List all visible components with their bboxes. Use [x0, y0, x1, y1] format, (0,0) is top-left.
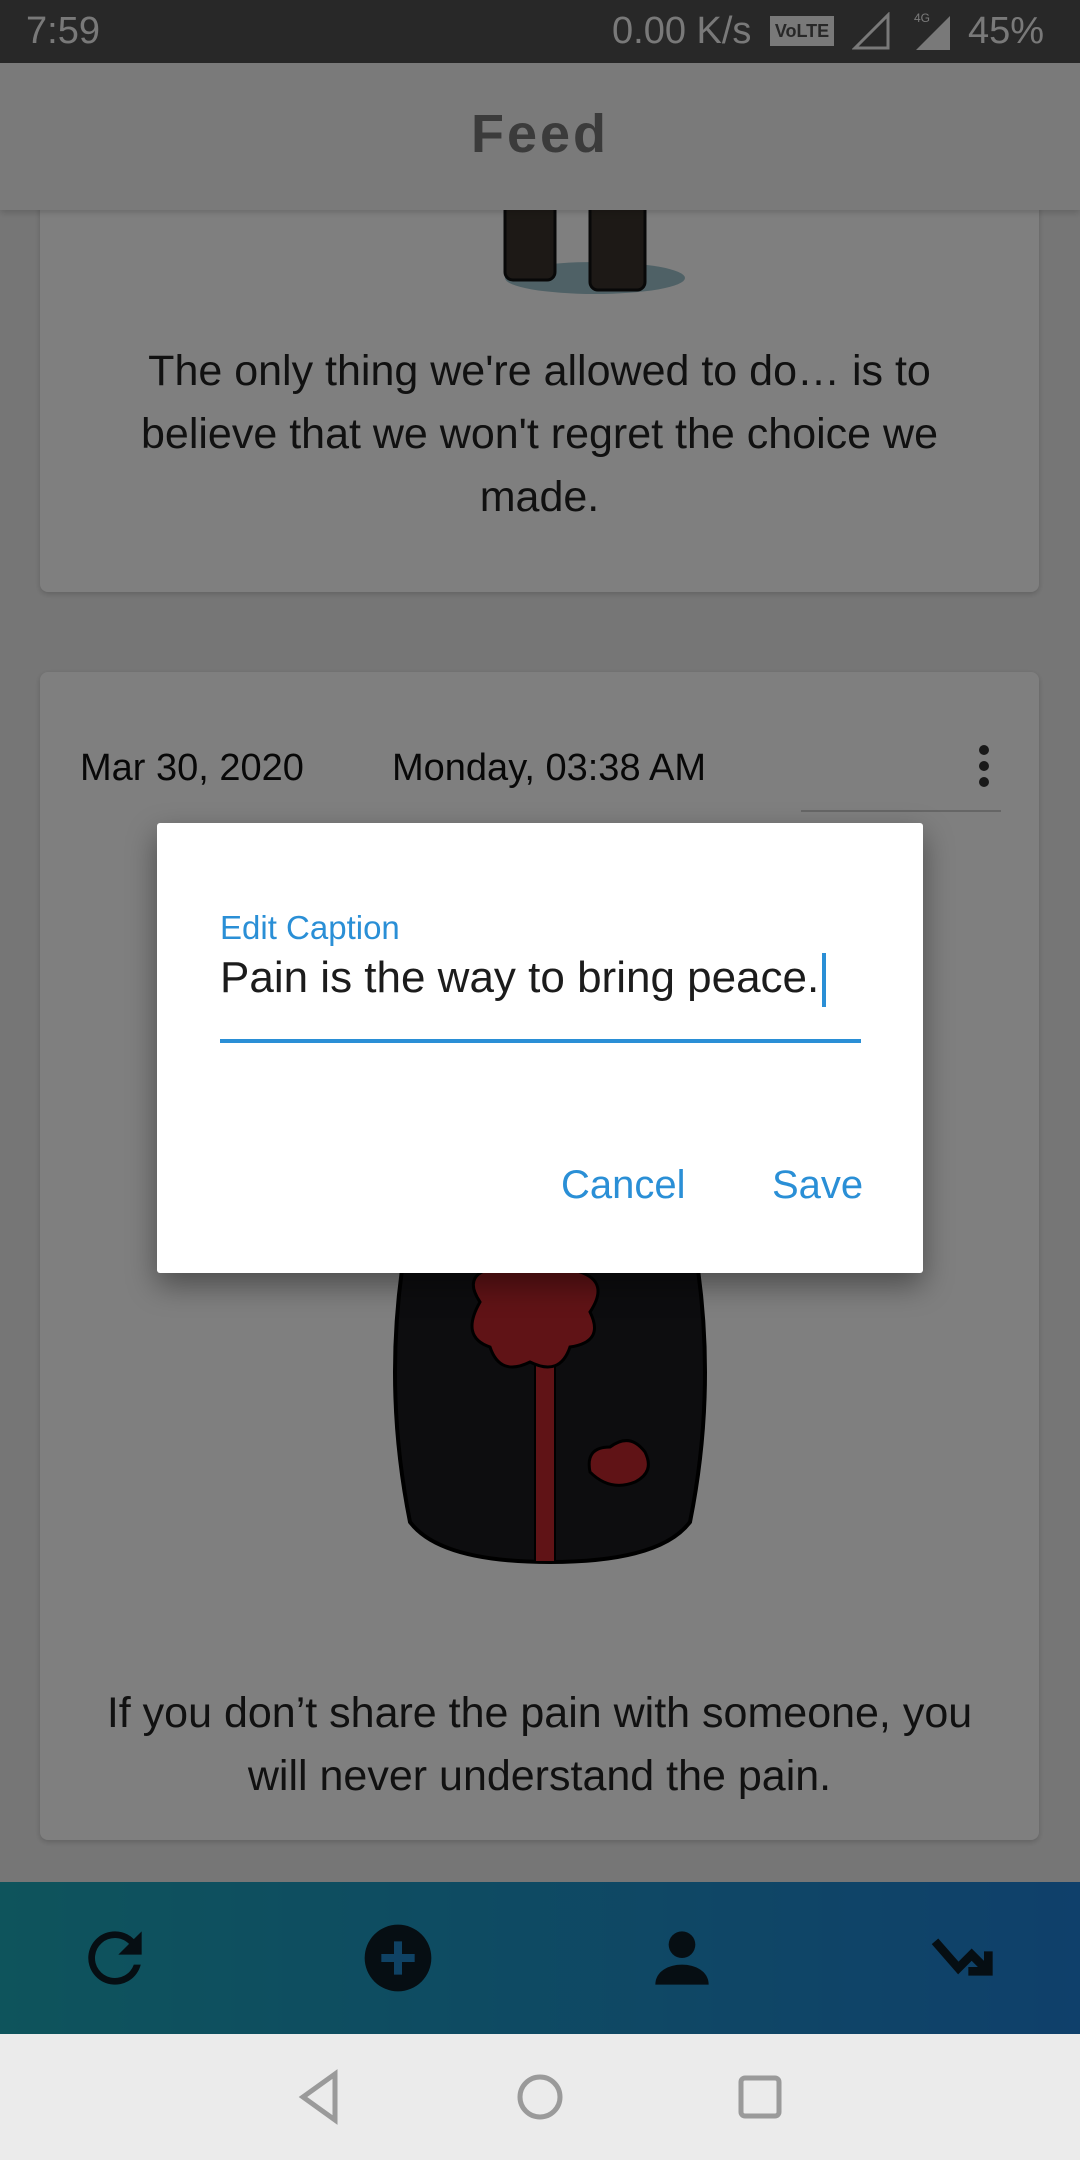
input-underline [220, 1039, 861, 1043]
recent-apps-icon[interactable] [725, 2062, 795, 2132]
home-icon[interactable] [505, 2062, 575, 2132]
caption-input-value: Pain is the way to bring peace. [220, 953, 820, 1002]
edit-caption-label: Edit Caption [220, 909, 400, 946]
back-icon[interactable] [285, 2062, 355, 2132]
cancel-button[interactable]: Cancel [561, 1163, 686, 1208]
edit-caption-dialog: Edit Caption Pain is the way to bring pe… [157, 823, 923, 1273]
system-navigation-bar [0, 2034, 1080, 2160]
save-button[interactable]: Save [772, 1163, 863, 1208]
caption-input[interactable]: Pain is the way to bring peace. [220, 953, 860, 1013]
text-cursor [822, 953, 827, 1008]
